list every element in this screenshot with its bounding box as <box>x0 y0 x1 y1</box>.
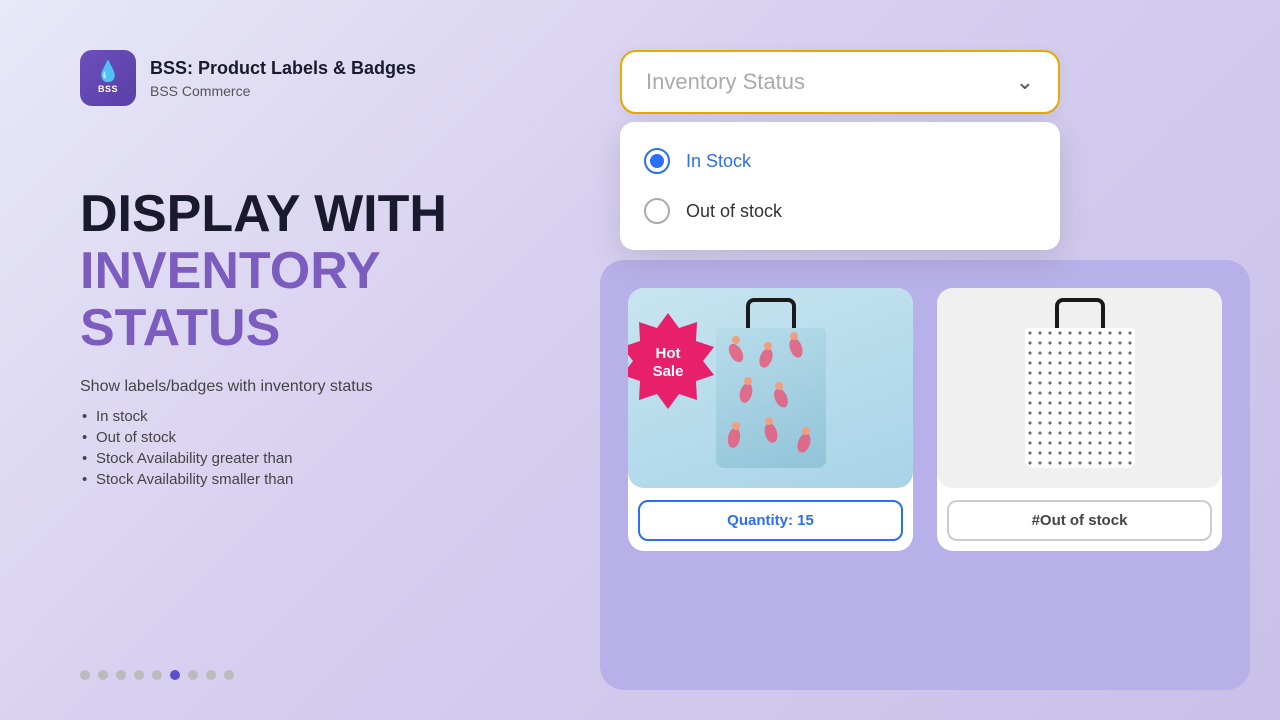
pagination-dots <box>80 630 520 680</box>
list-item: Out of stock <box>80 427 520 448</box>
main-heading-block: DISPLAY WITH INVENTORYSTATUS <box>80 186 520 378</box>
page-wrapper: 💧 BSS BSS: Product Labels & Badges BSS C… <box>0 0 1280 720</box>
swimmer-pattern <box>716 328 826 468</box>
product-card-2: #Out of stock <box>937 288 1222 551</box>
heading-purple-text: INVENTORYSTATUS <box>80 242 381 357</box>
pagination-dot-8[interactable] <box>206 670 216 680</box>
pagination-dot-1[interactable] <box>80 670 90 680</box>
dropdown-placeholder: Inventory Status <box>646 69 805 95</box>
list-item: Stock Availability greater than <box>80 448 520 469</box>
brand-logo: 💧 BSS <box>80 50 136 106</box>
product-showcase: HotSale Quantity: 15 #Out of stock <box>600 260 1250 690</box>
dropdown-option-in-stock[interactable]: In Stock <box>620 136 1060 186</box>
radio-out-of-stock <box>644 198 670 224</box>
bag-handle-2 <box>1055 298 1105 328</box>
list-item: Stock Availability smaller than <box>80 469 520 490</box>
bag-body-1 <box>716 328 826 468</box>
product-card-1: HotSale Quantity: 15 <box>628 288 913 551</box>
bag-body-2 <box>1025 328 1135 468</box>
pagination-dot-6-active[interactable] <box>170 670 180 680</box>
option-label-out-of-stock: Out of stock <box>686 201 782 222</box>
left-panel: 💧 BSS BSS: Product Labels & Badges BSS C… <box>0 0 580 720</box>
pagination-dot-2[interactable] <box>98 670 108 680</box>
heading-line2: INVENTORYSTATUS <box>80 243 520 357</box>
radio-in-stock <box>644 148 670 174</box>
logo-label: BSS <box>98 84 118 94</box>
right-panel: Inventory Status ⌄ In Stock Out of stock <box>580 0 1280 720</box>
bag-handle-1 <box>746 298 796 328</box>
product-image-2 <box>937 288 1222 488</box>
brand-header: 💧 BSS BSS: Product Labels & Badges BSS C… <box>80 50 520 106</box>
option-label-in-stock: In Stock <box>686 151 751 172</box>
chevron-down-icon: ⌄ <box>1016 69 1034 95</box>
brand-name: BSS: Product Labels & Badges <box>150 57 416 80</box>
description-text: Show labels/badges with inventory status <box>80 378 520 396</box>
inventory-status-dropdown[interactable]: Inventory Status ⌄ <box>620 50 1060 114</box>
pagination-dot-3[interactable] <box>116 670 126 680</box>
dropdown-option-out-of-stock[interactable]: Out of stock <box>620 186 1060 236</box>
quantity-badge[interactable]: Quantity: 15 <box>638 500 903 541</box>
bag-illustration-2 <box>937 288 1222 488</box>
pagination-dot-4[interactable] <box>134 670 144 680</box>
pagination-dot-7[interactable] <box>188 670 198 680</box>
pagination-dot-9[interactable] <box>224 670 234 680</box>
pagination-dot-5[interactable] <box>152 670 162 680</box>
feature-list: In stock Out of stock Stock Availability… <box>80 406 520 490</box>
out-of-stock-badge[interactable]: #Out of stock <box>947 500 1212 541</box>
brand-name-block: BSS: Product Labels & Badges BSS Commerc… <box>150 57 416 98</box>
radio-inner <box>650 154 664 168</box>
dropdown-menu: In Stock Out of stock <box>620 122 1060 250</box>
list-item: In stock <box>80 406 520 427</box>
dot-pattern <box>1025 328 1135 468</box>
dropdown-wrapper: Inventory Status ⌄ In Stock Out of stock <box>620 50 1060 114</box>
product-image-1: HotSale <box>628 288 913 488</box>
hot-sale-text: HotSale <box>653 345 684 381</box>
brand-subtitle: BSS Commerce <box>150 83 416 99</box>
heading-line1: DISPLAY WITH <box>80 186 520 243</box>
logo-icon: 💧 <box>96 62 121 82</box>
